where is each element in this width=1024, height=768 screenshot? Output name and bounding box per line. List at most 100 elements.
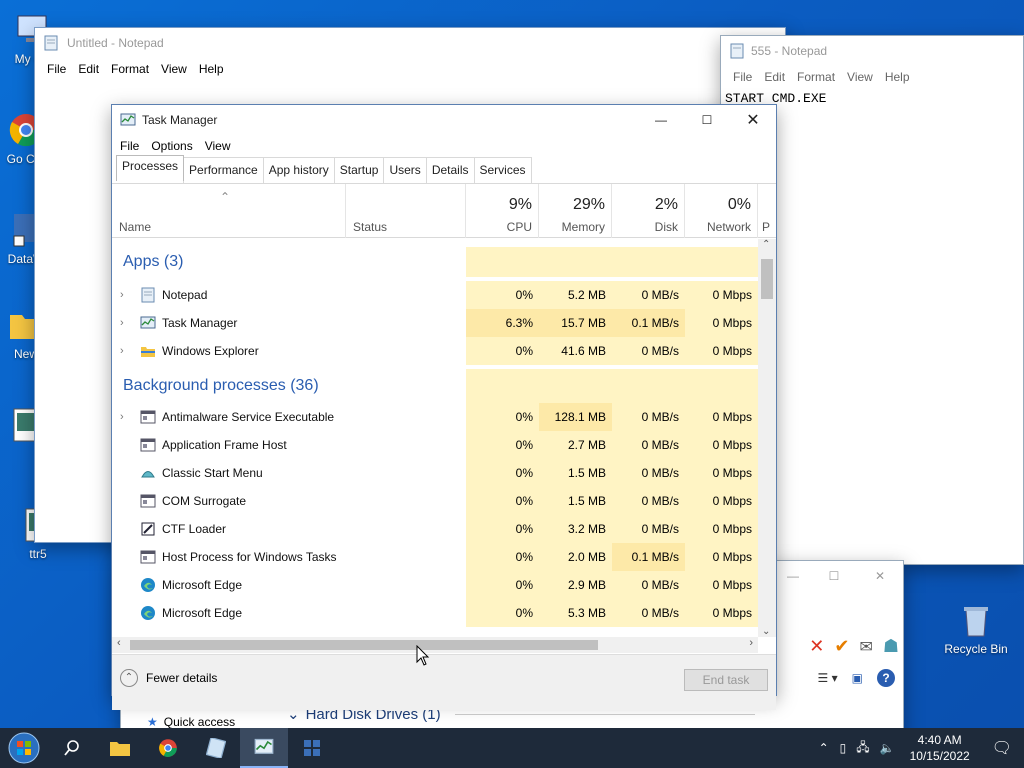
cpu-total: 9%	[508, 196, 532, 213]
table-row[interactable]: › Task Manager 6.3% 15.7 MB 0.1 MB/s 0 M…	[112, 309, 758, 337]
column-header-network[interactable]: 0% Network	[685, 184, 758, 238]
taskbar-explorer[interactable]	[96, 728, 144, 768]
tab-performance[interactable]: Performance	[183, 157, 264, 183]
vertical-scroll-thumb[interactable]	[761, 259, 773, 299]
menu-file[interactable]: File	[41, 62, 72, 76]
column-header-disk[interactable]: 2% Disk	[612, 184, 685, 238]
horizontal-scroll-thumb[interactable]	[130, 640, 598, 650]
task-manager-titlebar[interactable]: Task Manager — ☐ ✕	[112, 105, 776, 135]
close-button[interactable]: ✕	[857, 561, 903, 591]
column-label: Network	[706, 220, 751, 234]
disk-total: 2%	[654, 196, 678, 213]
menu-file[interactable]: File	[114, 139, 145, 153]
notepad-icon	[206, 738, 226, 758]
tab-services[interactable]: Services	[473, 157, 532, 183]
menu-help[interactable]: Help	[193, 62, 230, 76]
mail-icon[interactable]: ✉	[859, 637, 872, 657]
tab-startup[interactable]: Startup	[333, 157, 385, 183]
scroll-down-icon[interactable]: ⌄	[762, 626, 770, 637]
delete-icon[interactable]: ✕	[809, 636, 824, 657]
chevron-right-icon[interactable]: ›	[120, 281, 124, 309]
menu-view[interactable]: View	[841, 70, 879, 84]
menu-options[interactable]: Options	[145, 139, 198, 153]
tab-app-history[interactable]: App history	[262, 157, 335, 183]
taskbar-chrome[interactable]	[144, 728, 192, 768]
scroll-up-icon[interactable]: ⌃	[762, 239, 770, 250]
help-icon[interactable]: ?	[877, 669, 895, 687]
search-button[interactable]	[48, 728, 96, 768]
chevron-up-icon[interactable]: ⌃	[813, 741, 835, 755]
network-value: 0 Mbps	[685, 487, 758, 515]
volume-icon[interactable]: 🔈	[875, 741, 900, 755]
view-options-icon[interactable]: ☰ ▾	[818, 671, 838, 685]
menu-help[interactable]: Help	[879, 70, 916, 84]
table-row[interactable]: Microsoft Edge 0% 2.9 MB 0 MB/s 0 Mbps	[112, 571, 758, 599]
shell-icon[interactable]: ☗	[883, 636, 899, 657]
table-row[interactable]: Microsoft Edge 0% 5.3 MB 0 MB/s 0 Mbps	[112, 599, 758, 627]
task-manager-window[interactable]: Task Manager — ☐ ✕ File Options View Pro…	[111, 104, 777, 710]
menu-format[interactable]: Format	[791, 70, 841, 84]
scroll-right-icon[interactable]: ›	[749, 637, 753, 649]
menu-edit[interactable]: Edit	[72, 62, 105, 76]
notepad-555-titlebar[interactable]: 555 - Notepad	[721, 36, 1023, 66]
maximize-button[interactable]: ☐	[684, 105, 730, 135]
column-header-name[interactable]: ⌃ Name	[112, 184, 346, 238]
desktop-icon-recycle-bin[interactable]: Recycle Bin	[944, 600, 1008, 656]
chevron-right-icon[interactable]: ›	[120, 403, 124, 431]
column-header-cpu[interactable]: 9% CPU	[466, 184, 539, 238]
table-row[interactable]: Classic Start Menu 0% 1.5 MB 0 MB/s 0 Mb…	[112, 459, 758, 487]
menu-file[interactable]: File	[727, 70, 758, 84]
table-row[interactable]: CTF Loader 0% 3.2 MB 0 MB/s 0 Mbps	[112, 515, 758, 543]
taskbar-notepad[interactable]	[192, 728, 240, 768]
process-name: CTF Loader	[162, 522, 227, 536]
star-icon: ★	[147, 715, 158, 729]
column-header-status[interactable]: Status	[346, 184, 466, 238]
horizontal-scrollbar[interactable]: ‹ ›	[112, 637, 758, 653]
table-row[interactable]: Host Process for Windows Tasks 0% 2.0 MB…	[112, 543, 758, 571]
column-label: CPU	[506, 220, 532, 234]
cpu-value: 0%	[466, 543, 539, 571]
chevron-right-icon[interactable]: ›	[120, 337, 124, 365]
cpu-value: 0%	[466, 571, 539, 599]
minimize-button[interactable]: —	[775, 561, 811, 591]
table-row[interactable]: › Windows Explorer 0% 41.6 MB 0 MB/s 0 M…	[112, 337, 758, 365]
table-row[interactable]: › Notepad 0% 5.2 MB 0 MB/s 0 Mbps	[112, 281, 758, 309]
clock[interactable]: 4:40 AM 10/15/2022	[900, 732, 980, 764]
vertical-scrollbar[interactable]: ⌃ ⌄	[758, 239, 776, 637]
pane-icon[interactable]: ▣	[852, 671, 863, 685]
tab-processes[interactable]: Processes	[116, 155, 185, 181]
service-window-icon	[140, 494, 156, 508]
close-button[interactable]: ✕	[730, 105, 776, 135]
column-header-memory[interactable]: 29% Memory	[539, 184, 612, 238]
chevron-right-icon[interactable]: ›	[120, 309, 124, 337]
maximize-button[interactable]: ☐	[811, 561, 857, 591]
tablet-icon[interactable]: ▯	[835, 741, 852, 755]
check-icon[interactable]: ✔	[834, 636, 849, 657]
menu-format[interactable]: Format	[105, 62, 155, 76]
notification-icon[interactable]: 🗨	[980, 738, 1024, 758]
network-icon[interactable]: 🖧	[851, 738, 874, 759]
end-task-button[interactable]: End task	[684, 669, 768, 691]
menu-edit[interactable]: Edit	[758, 70, 791, 84]
notepad-untitled-titlebar[interactable]: Untitled - Notepad	[35, 28, 785, 58]
tab-users[interactable]: Users	[383, 157, 427, 183]
table-row[interactable]: Application Frame Host 0% 2.7 MB 0 MB/s …	[112, 431, 758, 459]
menu-view[interactable]: View	[155, 62, 193, 76]
start-button[interactable]	[0, 728, 48, 768]
table-row[interactable]: › Antimalware Service Executable 0% 128.…	[112, 403, 758, 431]
heat-cell	[466, 369, 539, 403]
process-grid[interactable]: ⌃ Name Status 9% CPU 29% Memory 2% Disk …	[112, 183, 776, 710]
scroll-left-icon[interactable]: ‹	[117, 637, 121, 649]
table-row[interactable]: COM Surrogate 0% 1.5 MB 0 MB/s 0 Mbps	[112, 487, 758, 515]
network-value: 0 Mbps	[685, 431, 758, 459]
minimize-button[interactable]: —	[638, 105, 684, 135]
quick-access-item[interactable]: ★ Quick access	[147, 715, 235, 729]
taskbar-task-manager[interactable]	[240, 728, 288, 768]
column-header-power[interactable]: P	[758, 184, 776, 238]
fewer-details-toggle[interactable]: ⌃ Fewer details	[120, 669, 217, 687]
cpu-value: 0%	[466, 281, 539, 309]
tab-details[interactable]: Details	[425, 157, 475, 183]
process-name: Microsoft Edge	[162, 606, 243, 620]
menu-view[interactable]: View	[199, 139, 237, 153]
taskbar-start-menu-tile[interactable]	[288, 728, 336, 768]
